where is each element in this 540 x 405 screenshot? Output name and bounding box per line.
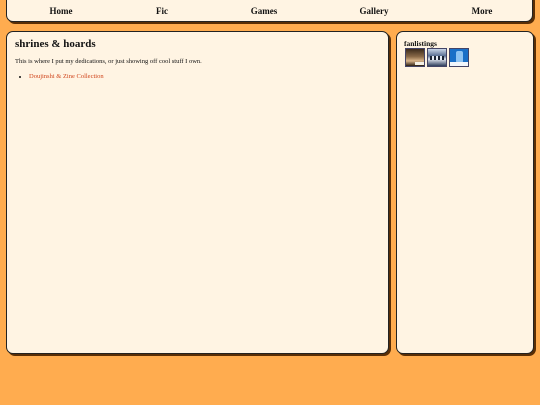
intro-text: This is where I put my dedications, or j… — [15, 58, 202, 65]
page-title: shrines & hoards — [15, 38, 96, 50]
fanlisting-badge-portrait[interactable] — [405, 48, 425, 67]
list-item: Doujinshi & Zine Collection — [29, 73, 104, 80]
shrine-list: Doujinshi & Zine Collection — [15, 73, 104, 80]
doujinshi-collection-link[interactable]: Doujinshi & Zine Collection — [29, 73, 104, 80]
top-navigation: Home Fic Games Gallery More — [6, 0, 533, 22]
sidebar-title: fanlistings — [404, 39, 437, 48]
fanlisting-badge-station[interactable] — [427, 48, 447, 67]
fanlisting-badge-handheld[interactable] — [449, 48, 469, 67]
sidebar-panel: fanlistings — [396, 31, 534, 354]
nav-games-link[interactable]: Games — [251, 6, 278, 16]
nav-fic-link[interactable]: Fic — [156, 6, 168, 16]
main-content-panel: shrines & hoards This is where I put my … — [6, 31, 389, 354]
nav-more-link[interactable]: More — [472, 6, 493, 16]
nav-home-link[interactable]: Home — [50, 6, 73, 16]
nav-gallery-link[interactable]: Gallery — [360, 6, 389, 16]
fanlisting-badges — [405, 48, 469, 67]
